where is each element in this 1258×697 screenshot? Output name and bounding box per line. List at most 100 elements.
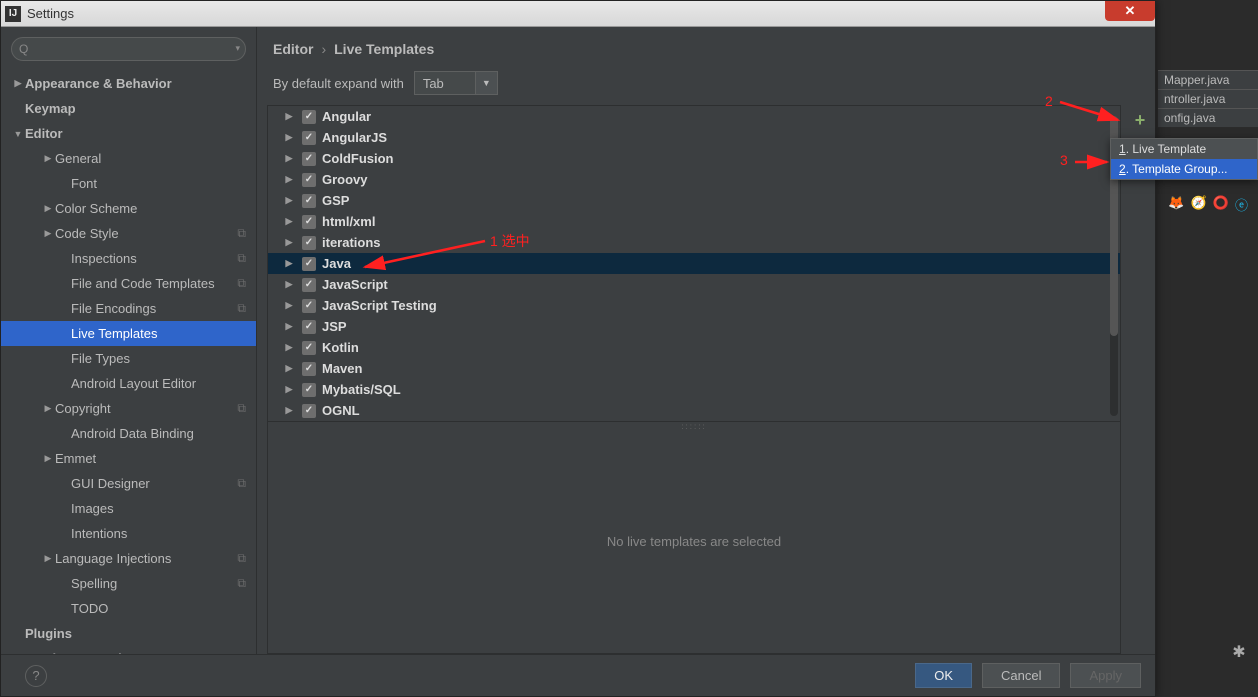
template-group-label: ColdFusion (322, 151, 394, 166)
caret-icon: ▼ (11, 129, 25, 139)
titlebar[interactable]: IJ Settings ✕ (1, 1, 1155, 27)
tree-node-label: Copyright (55, 401, 111, 416)
template-group-javascript-testing[interactable]: ▶✓JavaScript Testing (268, 295, 1120, 316)
template-group-gsp[interactable]: ▶✓GSP (268, 190, 1120, 211)
tree-node-version-control[interactable]: ▶Version Control (1, 646, 256, 654)
copy-icon: ⧉ (237, 401, 246, 416)
help-button[interactable]: ? (25, 665, 47, 687)
tree-node-emmet[interactable]: ▶Emmet (1, 446, 256, 471)
search-dropdown-icon[interactable]: ▾ (235, 43, 240, 54)
dialog-buttons: ? OK Cancel Apply (1, 654, 1155, 696)
caret-icon: ▶ (41, 228, 55, 239)
template-group-jsp[interactable]: ▶✓JSP (268, 316, 1120, 337)
checkbox-icon[interactable]: ✓ (302, 383, 316, 397)
checkbox-icon[interactable]: ✓ (302, 215, 316, 229)
checkbox-icon[interactable]: ✓ (302, 173, 316, 187)
caret-icon: ▶ (282, 321, 296, 332)
caret-icon: ▶ (282, 237, 296, 248)
close-button[interactable]: ✕ (1105, 1, 1155, 21)
bg-tab[interactable]: ntroller.java (1158, 89, 1258, 108)
template-group-kotlin[interactable]: ▶✓Kotlin (268, 337, 1120, 358)
tree-node-label: Images (71, 501, 114, 516)
tree-node-general[interactable]: ▶General (1, 146, 256, 171)
template-group-label: Groovy (322, 172, 368, 187)
checkbox-icon[interactable]: ✓ (302, 257, 316, 271)
tree-node-android-layout-editor[interactable]: Android Layout Editor (1, 371, 256, 396)
tree-node-file-encodings[interactable]: File Encodings ⧉ (1, 296, 256, 321)
template-group-groovy[interactable]: ▶✓Groovy (268, 169, 1120, 190)
tree-node-gui-designer[interactable]: GUI Designer⧉ (1, 471, 256, 496)
tree-node-plugins[interactable]: Plugins (1, 621, 256, 646)
tree-node-color-scheme[interactable]: ▶Color Scheme (1, 196, 256, 221)
settings-tree[interactable]: ▶Appearance & BehaviorKeymap▼Editor▶Gene… (1, 67, 256, 654)
template-group-maven[interactable]: ▶✓Maven (268, 358, 1120, 379)
checkbox-icon[interactable]: ✓ (302, 299, 316, 313)
checkbox-icon[interactable]: ✓ (302, 320, 316, 334)
tree-node-font[interactable]: Font (1, 171, 256, 196)
tree-node-copyright[interactable]: ▶Copyright⧉ (1, 396, 256, 421)
ok-button[interactable]: OK (915, 663, 972, 688)
tree-node-live-templates[interactable]: Live Templates (1, 321, 256, 346)
template-group-javascript[interactable]: ▶✓JavaScript (268, 274, 1120, 295)
template-group-coldfusion[interactable]: ▶ ✓ ColdFusion (268, 148, 1120, 169)
template-group-html-xml[interactable]: ▶✓html/xml (268, 211, 1120, 232)
tree-node-editor[interactable]: ▼Editor (1, 121, 256, 146)
caret-icon: ▶ (282, 342, 296, 353)
checkbox-icon[interactable]: ✓ (302, 362, 316, 376)
checkbox-icon[interactable]: ✓ (302, 152, 316, 166)
tree-node-appearance-behavior[interactable]: ▶Appearance & Behavior (1, 71, 256, 96)
tree-node-android-data-binding[interactable]: Android Data Binding (1, 421, 256, 446)
tree-node-label: Appearance & Behavior (25, 76, 172, 91)
caret-icon: ▶ (41, 553, 55, 564)
opera-icon[interactable]: ⭕ (1213, 195, 1229, 214)
template-group-ognl[interactable]: ▶✓OGNL (268, 400, 1120, 421)
checkbox-icon[interactable]: ✓ (302, 110, 316, 124)
popup-template-group[interactable]: 2. Template Group... (1111, 159, 1257, 179)
tree-node-label: Keymap (25, 101, 76, 116)
bg-tab[interactable]: onfig.java (1158, 108, 1258, 127)
checkbox-icon[interactable]: ✓ (302, 194, 316, 208)
settings-search-input[interactable] (11, 37, 246, 61)
ie-icon[interactable]: ⓔ (1235, 195, 1248, 214)
template-group-label: html/xml (322, 214, 375, 229)
tree-node-label: File Encodings (71, 301, 156, 316)
tree-node-file-and-code-templates[interactable]: File and Code Templates⧉ (1, 271, 256, 296)
checkbox-icon[interactable]: ✓ (302, 236, 316, 250)
tree-node-spelling[interactable]: Spelling⧉ (1, 571, 256, 596)
breadcrumb-item[interactable]: Editor (273, 41, 313, 57)
tree-node-todo[interactable]: TODO (1, 596, 256, 621)
bg-tab[interactable]: Mapper.java (1158, 70, 1258, 89)
tree-node-label: General (55, 151, 101, 166)
chevron-down-icon[interactable]: ▼ (476, 71, 498, 95)
tree-node-intentions[interactable]: Intentions (1, 521, 256, 546)
template-group-label: AngularJS (322, 130, 387, 145)
template-group-angular[interactable]: ▶✓Angular (268, 106, 1120, 127)
checkbox-icon[interactable]: ✓ (302, 278, 316, 292)
expand-select-value[interactable] (414, 71, 476, 95)
firefox-icon[interactable]: 🦊 (1168, 195, 1184, 214)
tree-node-language-injections[interactable]: ▶Language Injections⧉ (1, 546, 256, 571)
gear-icon[interactable]: ✱ (1224, 637, 1254, 667)
template-group-label: JavaScript Testing (322, 298, 437, 313)
caret-icon: ▶ (282, 153, 296, 164)
tree-node-label: File Types (71, 351, 130, 366)
tree-node-keymap[interactable]: Keymap (1, 96, 256, 121)
resize-handle[interactable]: :::::: (268, 422, 1120, 430)
tree-node-file-types[interactable]: File Types (1, 346, 256, 371)
tree-node-label: Editor (25, 126, 63, 141)
safari-icon[interactable]: 🧭 (1191, 195, 1207, 214)
copy-icon: ⧉ (237, 301, 246, 316)
tree-node-images[interactable]: Images (1, 496, 256, 521)
checkbox-icon[interactable]: ✓ (302, 404, 316, 418)
apply-button[interactable]: Apply (1070, 663, 1141, 688)
tree-node-label: Intentions (71, 526, 127, 541)
tree-node-inspections[interactable]: Inspections⧉ (1, 246, 256, 271)
checkbox-icon[interactable]: ✓ (302, 131, 316, 145)
template-group-mybatis-sql[interactable]: ▶✓Mybatis/SQL (268, 379, 1120, 400)
tree-node-code-style[interactable]: ▶Code Style⧉ (1, 221, 256, 246)
checkbox-icon[interactable]: ✓ (302, 341, 316, 355)
template-group-angularjs[interactable]: ▶✓AngularJS (268, 127, 1120, 148)
cancel-button[interactable]: Cancel (982, 663, 1060, 688)
popup-live-template[interactable]: 1. Live Template (1111, 139, 1257, 159)
add-button[interactable]: + (1129, 109, 1151, 131)
